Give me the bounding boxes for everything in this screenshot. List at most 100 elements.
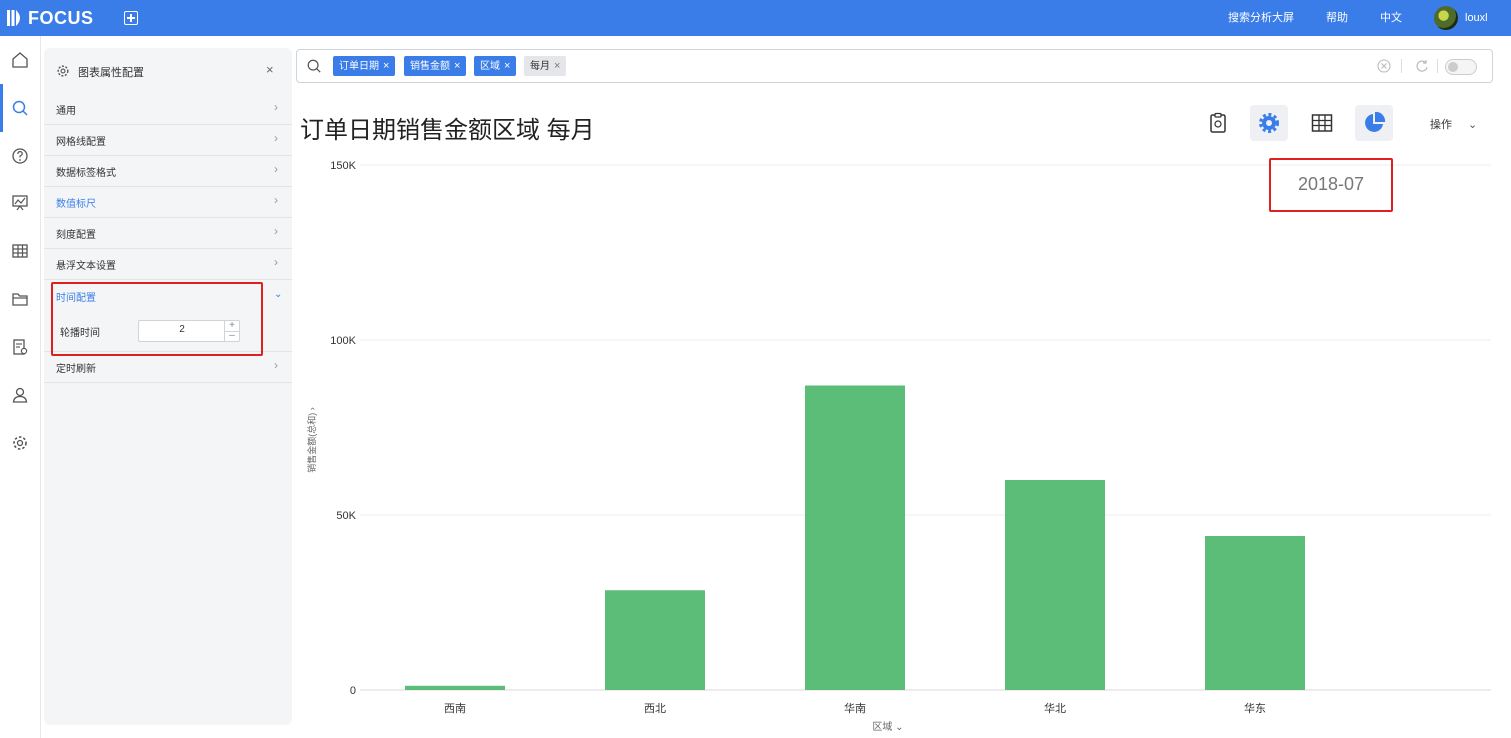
chevron-down-icon: ⌄ bbox=[1468, 119, 1478, 131]
chip-close-icon[interactable]: × bbox=[554, 60, 560, 72]
bar bbox=[605, 590, 705, 690]
chevron-down-icon: ⌄ bbox=[274, 289, 283, 300]
rail-settings[interactable] bbox=[0, 423, 40, 463]
x-tick-label: 西北 bbox=[644, 702, 666, 715]
config-item-ticks[interactable]: 刻度配置 › bbox=[44, 218, 292, 249]
refresh-icon[interactable] bbox=[1415, 59, 1429, 73]
search-icon bbox=[307, 59, 321, 73]
clear-circle-icon[interactable] bbox=[1377, 59, 1391, 73]
search-chip-order-date[interactable]: 订单日期 × bbox=[333, 56, 396, 76]
search-chip-sales-amount[interactable]: 销售金额 × bbox=[404, 56, 467, 76]
chip-label: 区域 bbox=[480, 61, 500, 72]
y-tick-label: 0 bbox=[350, 685, 356, 697]
search-chip-region[interactable]: 区域 × bbox=[474, 56, 517, 76]
bar bbox=[1205, 536, 1305, 690]
x-tick-label: 西南 bbox=[444, 702, 466, 715]
y-tick-label: 150K bbox=[330, 160, 356, 172]
bar bbox=[805, 385, 905, 690]
chart-config-panel: 图表属性配置 × 通用 › 网格线配置 › 数据标签格式 › 数值标尺 › 刻度… bbox=[44, 48, 292, 725]
chart-settings-button[interactable] bbox=[1250, 105, 1288, 141]
config-item-label: 定时刷新 bbox=[56, 364, 96, 375]
table-icon bbox=[1311, 114, 1333, 132]
highlight-box-period bbox=[1269, 158, 1393, 212]
rail-dashboard[interactable] bbox=[0, 183, 40, 223]
chip-close-icon[interactable]: × bbox=[383, 60, 389, 72]
y-axis-label: 销售金额(总和) › bbox=[306, 407, 317, 473]
nav-help-link[interactable]: 帮助 bbox=[1326, 0, 1348, 36]
user-avatar[interactable] bbox=[1434, 6, 1458, 30]
gear-icon bbox=[1259, 113, 1279, 133]
toggle-switch[interactable] bbox=[1445, 59, 1477, 75]
panel-title: 图表属性配置 bbox=[78, 67, 144, 79]
config-item-label: 网格线配置 bbox=[56, 137, 106, 148]
rail-home[interactable] bbox=[0, 40, 40, 80]
toggle-knob bbox=[1448, 62, 1458, 72]
chip-label: 销售金额 bbox=[410, 61, 450, 72]
search-chip-monthly[interactable]: 每月 × bbox=[524, 56, 567, 76]
config-item-label: 数据标签格式 bbox=[56, 168, 116, 179]
chevron-right-icon: › bbox=[274, 162, 278, 176]
folder-icon bbox=[12, 293, 28, 306]
x-tick-label: 华东 bbox=[1244, 701, 1266, 715]
config-item-label: 悬浮文本设置 bbox=[56, 261, 116, 272]
logo[interactable]: FOCUS bbox=[6, 6, 94, 30]
rail-user[interactable] bbox=[0, 375, 40, 415]
bar-chart: 0 50K 100K 150K 西南 西北 华南 华北 华东区域 ⌄ 销售金额(总和) › bbox=[306, 160, 1491, 733]
config-item-data-label-format[interactable]: 数据标签格式 › bbox=[44, 156, 292, 187]
highlight-box-time-config bbox=[51, 282, 263, 356]
x-tick-label: 华北 bbox=[1044, 701, 1066, 715]
chip-close-icon[interactable]: × bbox=[504, 60, 510, 72]
rail-search[interactable] bbox=[0, 84, 40, 132]
nav-dashboard-link[interactable]: 搜索分析大屏 bbox=[1228, 0, 1294, 36]
top-bar: FOCUS 搜索分析大屏 帮助 中文 louxl bbox=[0, 0, 1511, 36]
nav-language-switch[interactable]: 中文 bbox=[1380, 0, 1402, 36]
config-item-label: 通用 bbox=[56, 106, 76, 117]
rail-table[interactable] bbox=[0, 231, 40, 271]
chip-label: 订单日期 bbox=[339, 61, 379, 72]
clipboard-icon bbox=[1210, 112, 1226, 133]
config-item-general[interactable]: 通用 › bbox=[44, 94, 292, 125]
chevron-right-icon: › bbox=[274, 224, 278, 238]
chip-close-icon[interactable]: × bbox=[454, 60, 460, 72]
search-icon bbox=[12, 100, 28, 116]
divider bbox=[1437, 59, 1438, 73]
question-icon bbox=[12, 148, 28, 164]
operations-dropdown[interactable]: 操作 ⌄ bbox=[1430, 116, 1477, 132]
operations-label: 操作 bbox=[1430, 119, 1452, 131]
y-tick-label: 100K bbox=[330, 335, 356, 347]
chart-type-button[interactable] bbox=[1355, 105, 1393, 141]
gear-icon bbox=[13, 436, 27, 450]
logo-icon bbox=[7, 10, 20, 26]
pie-chart-icon bbox=[1365, 111, 1386, 132]
presentation-chart-icon bbox=[12, 195, 28, 211]
config-item-tooltip-text[interactable]: 悬浮文本设置 › bbox=[44, 249, 292, 280]
user-icon bbox=[12, 387, 28, 403]
bar bbox=[405, 685, 505, 690]
close-icon[interactable]: × bbox=[266, 62, 274, 77]
chevron-right-icon: › bbox=[274, 358, 278, 372]
x-tick-label: 华南 bbox=[844, 701, 866, 715]
y-tick-label: 50K bbox=[336, 510, 356, 522]
chevron-right-icon: › bbox=[274, 100, 278, 114]
config-item-value-scale[interactable]: 数值标尺 › bbox=[44, 187, 292, 218]
page-title: 订单日期销售金额区域 每月 bbox=[300, 117, 595, 144]
document-gear-icon bbox=[13, 339, 28, 355]
chip-label: 每月 bbox=[530, 61, 550, 72]
table-view-button[interactable] bbox=[1303, 105, 1341, 141]
panel-header: 图表属性配置 × bbox=[44, 48, 292, 94]
logo-text: FOCUS bbox=[28, 7, 94, 28]
rail-folder[interactable] bbox=[0, 279, 40, 319]
config-item-label: 刻度配置 bbox=[56, 230, 96, 241]
config-item-gridlines[interactable]: 网格线配置 › bbox=[44, 125, 292, 156]
user-name[interactable]: louxl bbox=[1465, 0, 1488, 36]
table-icon bbox=[12, 244, 28, 258]
pin-board-button[interactable] bbox=[1199, 105, 1237, 141]
config-item-label: 数值标尺 bbox=[56, 199, 96, 210]
add-tab-button[interactable] bbox=[124, 11, 138, 25]
divider bbox=[1401, 59, 1402, 73]
chevron-right-icon: › bbox=[274, 131, 278, 145]
rail-data-settings[interactable] bbox=[0, 327, 40, 367]
x-axis-label: 区域 ⌄ bbox=[872, 720, 903, 733]
search-bar[interactable]: 订单日期 × 销售金额 × 区域 × 每月 × bbox=[296, 49, 1493, 83]
rail-help[interactable] bbox=[0, 136, 40, 176]
